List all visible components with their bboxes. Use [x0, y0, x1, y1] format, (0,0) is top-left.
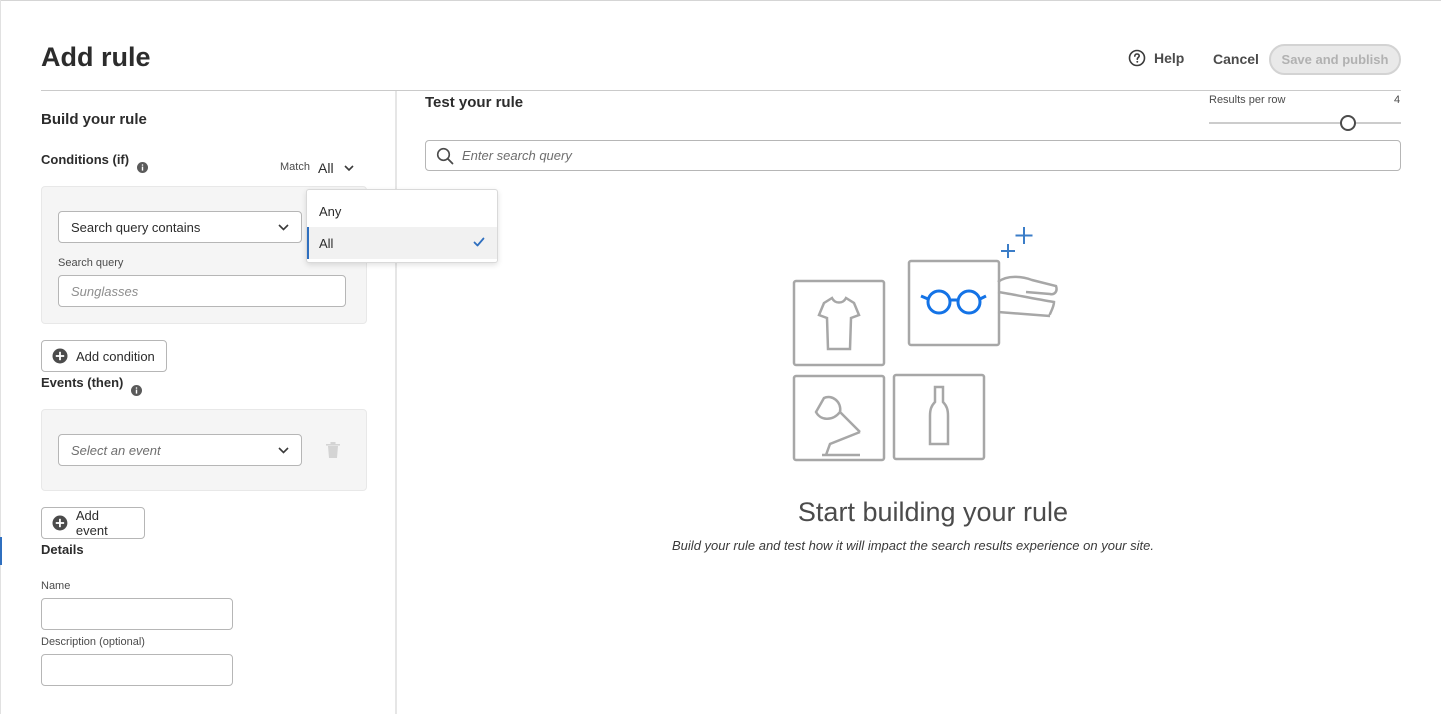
- hand-icon: [997, 275, 1058, 318]
- match-option-all[interactable]: All: [307, 227, 497, 259]
- add-condition-label: Add condition: [76, 348, 155, 364]
- shirt-tile: [792, 279, 886, 367]
- shirt-icon: [817, 296, 861, 351]
- empty-state-subtitle: Build your rule and test how it will imp…: [672, 538, 1154, 553]
- events-info-icon[interactable]: [131, 385, 142, 396]
- add-condition-button[interactable]: Add condition: [41, 340, 167, 372]
- empty-state-title-wrap: Start building your rule: [0, 497, 1441, 528]
- help-icon: [1128, 49, 1146, 67]
- empty-state-title: Start building your rule: [797, 497, 1069, 527]
- match-value: All: [318, 160, 334, 176]
- test-search-box: [425, 140, 1401, 171]
- top-border: [0, 0, 1441, 1]
- match-dropdown-menu: Any All: [306, 189, 498, 263]
- name-input[interactable]: [41, 598, 233, 630]
- save-and-publish-button[interactable]: Save and publish: [1269, 44, 1401, 75]
- build-rule-title: Build your rule: [41, 111, 147, 128]
- results-per-row-value: 4: [1394, 94, 1401, 106]
- description-label: Description (optional): [41, 636, 145, 648]
- search-icon: [436, 147, 454, 165]
- search-query-input[interactable]: [58, 275, 346, 307]
- events-label: Events (then): [41, 375, 124, 390]
- condition-type-picker[interactable]: Search query contains: [58, 211, 302, 243]
- match-option-all-label: All: [319, 235, 334, 251]
- left-edge: [0, 0, 1, 714]
- rule-illustration: [792, 227, 1058, 462]
- conditions-label: Conditions (if): [41, 152, 130, 167]
- cancel-button[interactable]: Cancel: [1213, 51, 1259, 67]
- help-label: Help: [1154, 50, 1185, 66]
- test-rule-title: Test your rule: [425, 94, 524, 111]
- details-title: Details: [41, 542, 84, 557]
- match-option-any-label: Any: [319, 203, 342, 219]
- bottle-icon: [928, 385, 950, 446]
- results-per-row-slider-track[interactable]: [1209, 122, 1401, 124]
- conditions-info-icon[interactable]: [137, 162, 148, 173]
- lamp-icon: [814, 395, 861, 457]
- help-button[interactable]: Help: [1128, 49, 1184, 67]
- sparkle-icon-small: [1001, 244, 1015, 258]
- condition-type-value: Search query contains: [71, 219, 201, 235]
- results-per-row-slider-handle[interactable]: [1340, 115, 1356, 131]
- checkmark-icon: [473, 237, 485, 247]
- page-title: Add rule: [41, 42, 151, 72]
- match-label: Match: [280, 161, 310, 173]
- left-edge-accent: [0, 537, 2, 565]
- match-option-any[interactable]: Any: [307, 195, 497, 227]
- header-divider: [41, 90, 1401, 91]
- chevron-down-icon: [343, 164, 354, 171]
- chevron-down-icon: [278, 223, 289, 231]
- test-search-input[interactable]: [462, 148, 1400, 163]
- glasses-right-lens: [956, 289, 982, 315]
- event-picker-placeholder: Select an event: [71, 442, 161, 458]
- sparkle-icon: [1015, 227, 1033, 244]
- name-label: Name: [41, 580, 71, 592]
- glasses-left-lens: [926, 289, 952, 315]
- chevron-down-icon: [278, 446, 289, 454]
- add-circle-icon: [52, 348, 68, 364]
- search-query-label: Search query: [58, 257, 124, 269]
- description-input[interactable]: [41, 654, 233, 686]
- glasses-tile: [907, 259, 1001, 347]
- trash-icon[interactable]: [325, 441, 341, 459]
- match-picker[interactable]: All: [318, 160, 354, 176]
- results-per-row-label: Results per row: [1209, 94, 1286, 106]
- lamp-tile: [792, 374, 886, 462]
- event-picker[interactable]: Select an event: [58, 434, 302, 466]
- panel-divider: [395, 91, 397, 714]
